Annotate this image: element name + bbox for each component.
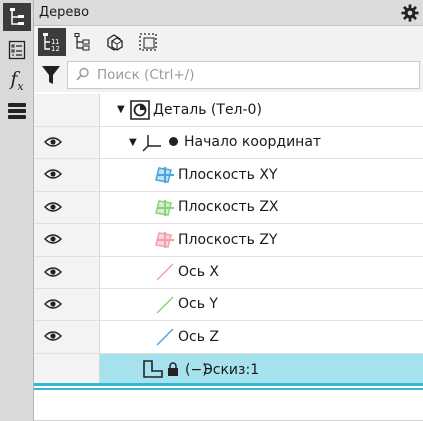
- search-placeholder: Поиск (Ctrl+/): [97, 67, 195, 83]
- checklist-icon: [8, 40, 26, 60]
- row-divider: [34, 126, 423, 127]
- selection-view-button[interactable]: [134, 28, 162, 56]
- tree-tab-button[interactable]: [3, 3, 31, 31]
- tree-item-label[interactable]: Плоскость ZY: [178, 232, 277, 248]
- plane-icon: [155, 232, 174, 248]
- layers-tab-button[interactable]: [3, 97, 31, 125]
- tree-item-label[interactable]: Плоскость ZX: [178, 199, 279, 215]
- row-divider: [34, 191, 423, 192]
- gear-icon[interactable]: [401, 4, 419, 22]
- expand-arrow-icon[interactable]: ▼: [129, 137, 137, 148]
- structure-view-button[interactable]: 1 1 12: [38, 28, 66, 56]
- eye-icon[interactable]: [44, 201, 62, 213]
- svg-text:12: 12: [51, 45, 60, 53]
- eye-icon[interactable]: [44, 233, 62, 245]
- tree-item-label[interactable]: Ось Y: [178, 296, 218, 312]
- plane-icon: [155, 200, 174, 216]
- tree-icon: [10, 8, 24, 25]
- part-icon: [130, 100, 150, 120]
- plane-icon: [155, 167, 174, 183]
- row-divider: [34, 288, 423, 289]
- tree-hierarchy-icon: [74, 33, 90, 51]
- eye-icon[interactable]: [44, 298, 62, 310]
- bullet-icon: [169, 137, 178, 146]
- panel-header: [34, 0, 423, 26]
- checklist-tab-button[interactable]: [3, 36, 31, 64]
- variables-tab-button[interactable]: fx: [3, 66, 31, 94]
- lock-icon: [168, 362, 178, 376]
- row-divider: [34, 256, 423, 257]
- tree-structure-icon: 1 1 12: [43, 33, 60, 53]
- row-divider: [34, 158, 423, 159]
- parts-view-button[interactable]: [101, 28, 129, 56]
- tree-item-label[interactable]: Плоскость XY: [178, 167, 277, 183]
- selection-indicator: [34, 383, 423, 386]
- eye-icon[interactable]: [44, 136, 62, 148]
- origin-icon: [142, 135, 161, 152]
- sketch-icon: [143, 360, 163, 378]
- hierarchy-view-button[interactable]: [68, 28, 96, 56]
- search-icon: [76, 67, 89, 81]
- panel-title: Дерево: [39, 5, 90, 20]
- tree-item-label[interactable]: Ось Z: [178, 329, 219, 345]
- filter-icon[interactable]: [39, 63, 63, 87]
- axis-icon: [156, 328, 174, 346]
- parts-icon: [107, 34, 123, 51]
- layers-icon: [8, 103, 26, 119]
- tree-item-label[interactable]: Ось X: [178, 264, 219, 280]
- tree-item-label[interactable]: Эскиз:1: [203, 362, 259, 378]
- eye-icon[interactable]: [44, 168, 62, 180]
- eye-icon[interactable]: [44, 330, 62, 342]
- row-divider: [34, 320, 423, 321]
- selection-icon: [139, 33, 157, 51]
- tree-item-label[interactable]: Деталь (Тел-0): [153, 102, 262, 118]
- fx-icon: fx: [10, 67, 24, 93]
- tree-item-label[interactable]: Начало координат: [184, 134, 321, 150]
- axis-icon: [156, 263, 174, 281]
- row-divider: [34, 353, 423, 354]
- selection-indicator: [34, 388, 423, 390]
- row-divider: [34, 223, 423, 224]
- axis-icon: [156, 296, 174, 314]
- expand-arrow-icon[interactable]: ▼: [117, 104, 125, 115]
- eye-icon[interactable]: [44, 266, 62, 278]
